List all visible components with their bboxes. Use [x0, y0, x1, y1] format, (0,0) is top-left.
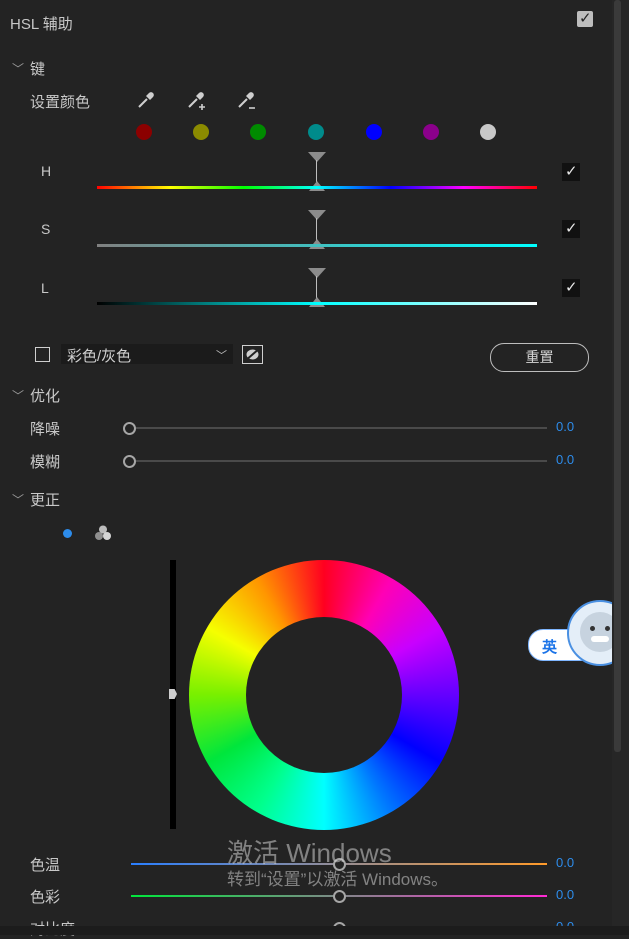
invert-checkbox[interactable]: [35, 347, 50, 362]
refine-slider-knob-0[interactable]: [123, 422, 136, 435]
correction-collapse-chevron-icon[interactable]: ﹀: [12, 491, 24, 508]
swatch-green[interactable]: [250, 124, 266, 140]
lightness-checkbox[interactable]: [562, 278, 580, 297]
color-wheel[interactable]: [189, 560, 459, 830]
swatch-blue[interactable]: [366, 124, 382, 140]
refine-value-0[interactable]: 0.0: [556, 419, 574, 434]
correction-value-1[interactable]: 0.0: [556, 887, 574, 902]
refine-section-title: 优化: [30, 388, 61, 405]
panel-title: HSL 辅助: [10, 16, 73, 33]
hue-top-marker[interactable]: [308, 152, 326, 162]
eyedropper-subtract-icon[interactable]: [236, 90, 258, 112]
eyedropper-add-icon[interactable]: [186, 90, 208, 112]
correction-slider-knob-1[interactable]: [333, 890, 346, 903]
hue-checkbox[interactable]: [562, 162, 580, 181]
correction-section-title: 更正: [30, 492, 61, 509]
color-wheel-center: [246, 617, 402, 773]
refine-value-1[interactable]: 0.0: [556, 452, 574, 467]
saturation-label: S: [41, 221, 51, 237]
refine-slider-1[interactable]: [129, 460, 547, 462]
set-color-label: 设置颜色: [30, 94, 91, 111]
saturation-top-marker[interactable]: [308, 210, 326, 220]
scrollbar-thumb[interactable]: [614, 0, 621, 752]
refine-label-0: 降噪: [30, 421, 61, 438]
reset-button[interactable]: 重置: [490, 343, 589, 372]
saturation-checkbox[interactable]: [562, 219, 580, 238]
ime-mode-label: 英: [542, 639, 558, 656]
display-mode-value: 彩色/灰色: [67, 348, 132, 365]
eyedropper-icon[interactable]: [136, 90, 156, 110]
display-mode-dropdown[interactable]: 彩色/灰色 ﹀: [61, 344, 233, 365]
refine-collapse-chevron-icon[interactable]: ﹀: [12, 387, 24, 404]
single-wheel-mode-icon[interactable]: [63, 529, 72, 538]
mask-toggle-icon[interactable]: [242, 345, 263, 364]
lightness-track[interactable]: [97, 302, 537, 305]
activation-watermark-subtitle: 转到“设置”以激活 Windows。: [227, 870, 449, 889]
refine-slider-0[interactable]: [129, 427, 547, 429]
reset-label: 重置: [525, 349, 554, 365]
bottom-divider: [0, 926, 629, 935]
refine-label-1: 模糊: [30, 454, 61, 471]
correction-label-0: 色温: [30, 857, 61, 874]
lightness-top-marker[interactable]: [308, 268, 326, 278]
swatch-magenta[interactable]: [423, 124, 439, 140]
hue-track[interactable]: [97, 186, 537, 189]
chevron-down-icon: ﹀: [216, 350, 227, 362]
key-section-title: 键: [30, 61, 46, 78]
key-collapse-chevron-icon[interactable]: ﹀: [12, 60, 24, 77]
check-icon: ✓: [579, 9, 592, 27]
swatch-yellow[interactable]: [193, 124, 209, 140]
hue-label: H: [41, 163, 52, 179]
lightness-label: L: [41, 280, 49, 296]
swatch-cyan[interactable]: [308, 124, 324, 140]
three-wheel-mode-icon[interactable]: [94, 524, 112, 542]
swatch-white[interactable]: [480, 124, 496, 140]
panel-enable-checkbox[interactable]: ✓: [577, 9, 593, 27]
refine-slider-knob-1[interactable]: [123, 455, 136, 468]
saturation-track[interactable]: [97, 244, 537, 247]
swatch-red[interactable]: [136, 124, 152, 140]
correction-value-0[interactable]: 0.0: [556, 855, 574, 870]
correction-label-1: 色彩: [30, 889, 61, 906]
